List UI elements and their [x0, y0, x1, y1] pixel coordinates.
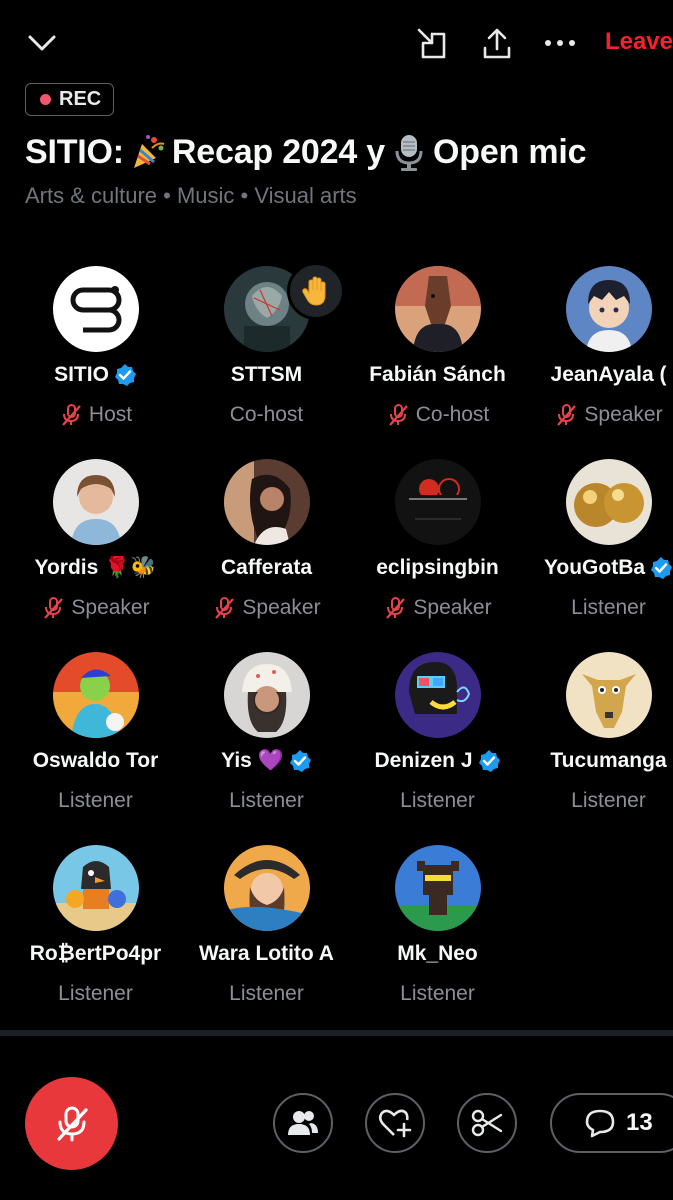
raised-hand-icon	[302, 276, 326, 306]
avatar	[53, 266, 139, 352]
participant-name: Yordis 🌹🐝	[34, 556, 157, 579]
participant-name: Yis 💜	[221, 749, 284, 772]
avatar	[53, 652, 139, 738]
participant-role: Co-host	[229, 403, 304, 426]
top-bar: Leave	[0, 0, 673, 86]
participant-role: Host	[88, 403, 133, 426]
participant-role: Listener	[58, 789, 133, 812]
participant-role: Speaker	[71, 596, 150, 619]
microphone-icon	[389, 132, 429, 172]
avatar	[53, 845, 139, 931]
participant-name: Ro₿ertPo4pr	[29, 942, 162, 965]
participants-button[interactable]	[273, 1093, 333, 1153]
participant-name: STTSM	[230, 363, 303, 386]
collapse-button[interactable]	[22, 26, 62, 60]
participant-name: Tucumanga	[550, 749, 667, 772]
hand-raised-badge	[287, 262, 345, 320]
participant-role: Listener	[400, 982, 475, 1005]
comment-icon	[585, 1109, 615, 1138]
avatar	[224, 459, 310, 545]
footer-divider	[0, 1030, 673, 1036]
verified-badge-icon	[114, 364, 136, 386]
space-title: SITIO: Recap 2024 y Open mic	[25, 132, 587, 172]
participant-name: Cafferata	[220, 556, 313, 579]
participant-name: JeanAyala (	[550, 363, 667, 386]
participant-name: SITIO	[54, 363, 109, 386]
mic-muted-icon	[557, 404, 577, 426]
party-popper-icon	[128, 132, 168, 172]
participant-role: Listener	[229, 789, 304, 812]
people-icon	[288, 1111, 318, 1135]
title-text-1: SITIO:	[25, 132, 124, 171]
avatar	[53, 459, 139, 545]
minimize-button[interactable]	[412, 24, 452, 64]
mic-toggle-button[interactable]	[25, 1077, 118, 1170]
avatar	[395, 652, 481, 738]
participant-role: Listener	[571, 596, 646, 619]
share-icon	[483, 28, 511, 59]
comments-button[interactable]: 13	[550, 1093, 673, 1153]
more-button[interactable]	[540, 28, 580, 58]
participant-role: Speaker	[584, 403, 663, 426]
mic-off-icon	[56, 1106, 88, 1141]
participant-name: YouGotBa	[543, 556, 646, 579]
reaction-button[interactable]	[365, 1093, 425, 1153]
participant-role: Speaker	[242, 596, 321, 619]
avatar	[566, 266, 652, 352]
title-text-3: Open mic	[433, 132, 587, 171]
participant-role: Speaker	[413, 596, 492, 619]
verified-badge-icon	[651, 557, 673, 579]
participant-role: Listener	[229, 982, 304, 1005]
avatar	[224, 845, 310, 931]
participant-role: Co-host	[415, 403, 490, 426]
clip-button[interactable]	[457, 1093, 517, 1153]
rec-label: REC	[59, 88, 102, 110]
share-button[interactable]	[477, 24, 517, 64]
chevron-down-icon	[28, 35, 56, 51]
comment-count: 13	[626, 1109, 653, 1136]
rec-dot	[40, 94, 51, 105]
rec-badge: REC	[25, 83, 115, 116]
verified-badge-icon	[289, 750, 311, 772]
participant-name: Oswaldo Tor	[32, 749, 159, 772]
participant-role: Listener	[58, 982, 133, 1005]
mic-muted-icon	[62, 404, 81, 426]
verified-badge-icon	[478, 750, 500, 772]
avatar	[395, 266, 481, 352]
avatar	[395, 845, 481, 931]
space-topics: Arts & culture • Music • Visual arts	[25, 183, 357, 208]
heart-plus-icon	[378, 1109, 412, 1138]
title-text-2: Recap 2024 y	[171, 132, 386, 171]
participant-role: Listener	[400, 789, 475, 812]
more-horizontal-icon	[545, 40, 575, 46]
participant-name: Wara Lotito A	[199, 942, 334, 965]
avatar	[566, 652, 652, 738]
minimize-icon	[417, 28, 446, 59]
scissors-icon	[471, 1109, 503, 1137]
participant-name: Fabián Sánch	[369, 363, 506, 386]
mic-muted-icon	[388, 404, 408, 426]
avatar	[395, 459, 481, 545]
participant-name: Denizen J	[374, 749, 473, 772]
participant-role: Listener	[571, 789, 646, 812]
mic-muted-icon	[44, 597, 64, 619]
avatar	[224, 652, 310, 738]
leave-button[interactable]: Leave	[605, 28, 673, 56]
participant-name: eclipsingbin	[376, 556, 499, 579]
avatar	[566, 459, 652, 545]
mic-muted-icon	[386, 597, 406, 619]
participant-name: Mk_Neo	[397, 942, 478, 965]
mic-muted-icon	[215, 597, 235, 619]
